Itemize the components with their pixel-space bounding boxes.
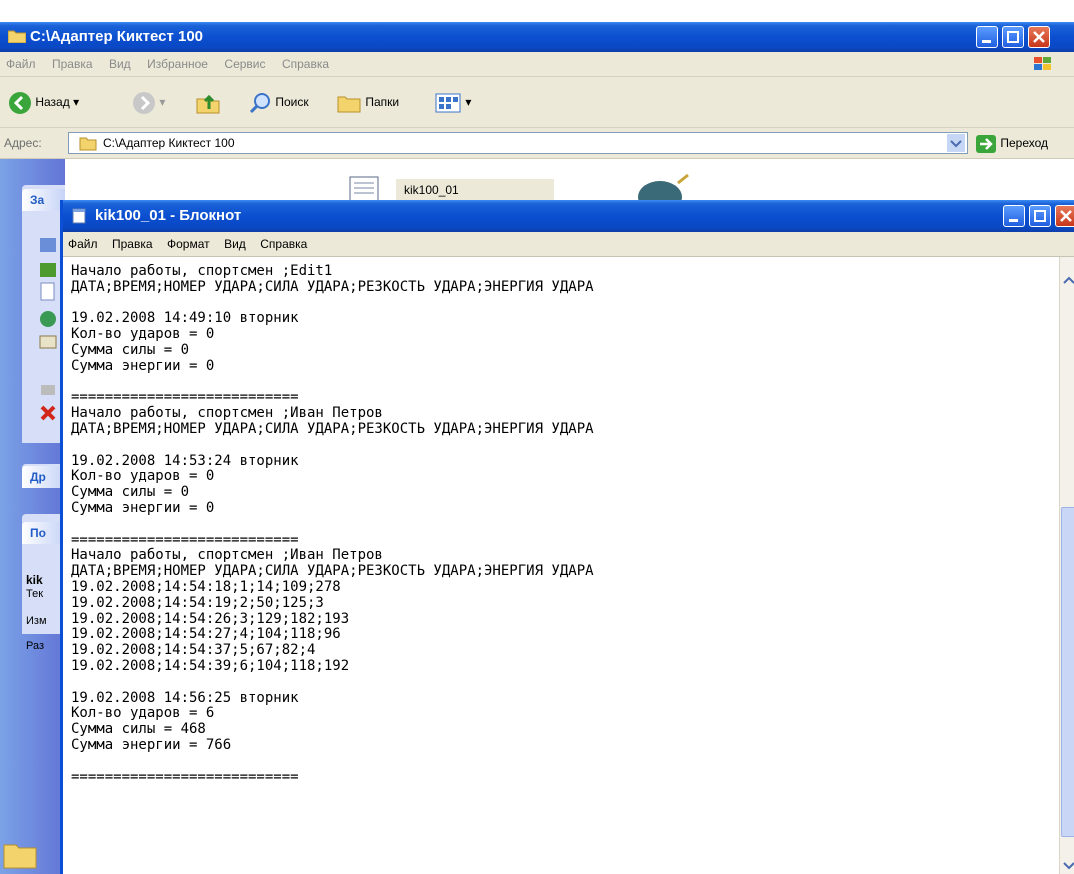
minimize-icon xyxy=(1009,219,1018,222)
menu-view[interactable]: Вид xyxy=(103,52,137,76)
search-icon xyxy=(249,92,270,113)
task-pane: За Др По kik Тек Изм Раз xyxy=(0,159,65,874)
back-arrow-icon xyxy=(9,91,31,114)
task-icon-6 xyxy=(41,385,55,395)
address-bar: Адрес: C:\Адаптер Киктест 100 Переход xyxy=(0,128,1074,159)
scrollbar-thumb[interactable] xyxy=(1061,507,1074,837)
minimize-button[interactable] xyxy=(976,26,998,48)
views-dropdown-icon[interactable]: ▾ xyxy=(465,95,471,109)
forward-dropdown-icon[interactable]: ▾ xyxy=(159,95,165,109)
up-folder-button[interactable] xyxy=(195,89,221,115)
address-label: Адрес: xyxy=(4,136,42,150)
maximize-icon xyxy=(1034,210,1046,222)
np-menu-file[interactable]: Файл xyxy=(63,232,103,256)
back-button[interactable]: Назад ▾ xyxy=(8,89,79,115)
address-folder-icon xyxy=(79,137,97,151)
minimize-icon xyxy=(982,40,991,43)
menu-help[interactable]: Справка xyxy=(276,52,335,76)
notepad-close-button[interactable] xyxy=(1055,205,1074,227)
maximize-icon xyxy=(1007,31,1019,43)
explorer-title: C:\Адаптер Киктест 100 xyxy=(30,28,204,45)
menu-edit[interactable]: Правка xyxy=(46,52,99,76)
delete-icon xyxy=(40,405,56,421)
vertical-scrollbar[interactable] xyxy=(1059,257,1074,874)
explorer-menubar: Файл Правка Вид Избранное Сервис Справка xyxy=(0,52,1074,77)
task-icon-2 xyxy=(40,263,56,277)
task-icon-1 xyxy=(40,238,56,252)
task-icon-3 xyxy=(40,282,55,301)
address-value: C:\Адаптер Киктест 100 xyxy=(103,136,235,150)
screen-top-area xyxy=(0,0,1074,22)
address-dropdown-icon[interactable] xyxy=(947,134,965,152)
menu-favorites[interactable]: Избранное xyxy=(141,52,214,76)
up-folder-icon xyxy=(196,94,220,114)
close-icon xyxy=(1033,31,1045,43)
menu-file[interactable]: Файл xyxy=(0,52,42,76)
np-menu-format[interactable]: Формат xyxy=(162,232,215,256)
task-icon-5 xyxy=(39,335,57,349)
windows-logo-icon xyxy=(1034,57,1051,70)
task-box-2-title[interactable]: Др xyxy=(22,466,65,488)
notepad-title-bar[interactable]: kik100_01 - Блокнот xyxy=(63,200,1074,232)
notepad-window: kik100_01 - Блокнот Файл Правка Формат В… xyxy=(60,200,1074,874)
go-arrow-icon xyxy=(976,134,996,153)
views-grid-icon xyxy=(435,93,461,113)
folders-label: Папки xyxy=(365,95,400,109)
folders-button[interactable]: Папки xyxy=(336,89,399,115)
folders-icon xyxy=(337,96,361,113)
folder-icon-bottom xyxy=(3,844,37,869)
explorer-toolbar: Назад ▾ ▾ Поиск Папки ▾ xyxy=(0,77,1074,128)
close-icon xyxy=(1060,210,1072,222)
notepad-icon xyxy=(72,208,86,224)
maximize-button[interactable] xyxy=(1002,26,1024,48)
np-menu-help[interactable]: Справка xyxy=(255,232,312,256)
views-button[interactable]: ▾ xyxy=(434,89,471,115)
task-box-3-title[interactable]: По xyxy=(22,522,65,544)
forward-arrow-icon xyxy=(133,91,155,114)
scroll-down-icon[interactable] xyxy=(1062,861,1074,871)
go-label: Переход xyxy=(1000,136,1049,150)
search-button[interactable]: Поиск xyxy=(248,89,309,115)
notepad-maximize-button[interactable] xyxy=(1029,205,1051,227)
address-input[interactable]: C:\Адаптер Киктест 100 xyxy=(68,132,968,154)
np-menu-view[interactable]: Вид xyxy=(219,232,251,256)
folder-icon xyxy=(8,30,26,43)
go-button[interactable]: Переход xyxy=(975,132,1048,154)
notepad-text-area[interactable]: Начало работы, спортсмен ;Edit1 ДАТА;ВРЕ… xyxy=(71,264,1051,870)
task-icon-4 xyxy=(40,311,56,327)
scroll-up-icon[interactable] xyxy=(1062,275,1074,285)
notepad-minimize-button[interactable] xyxy=(1003,205,1025,227)
menu-tools[interactable]: Сервис xyxy=(218,52,271,76)
explorer-title-bar[interactable]: C:\Адаптер Киктест 100 xyxy=(0,22,1074,52)
np-menu-edit[interactable]: Правка xyxy=(107,232,158,256)
notepad-file-icon xyxy=(349,176,379,202)
notepad-title: kik100_01 - Блокнот xyxy=(95,207,242,224)
close-button[interactable] xyxy=(1028,26,1050,48)
task-box-1-title[interactable]: За xyxy=(22,189,65,211)
search-label: Поиск xyxy=(275,95,309,109)
application-icon xyxy=(638,173,689,201)
back-label: Назад xyxy=(35,95,70,109)
back-dropdown-icon[interactable]: ▾ xyxy=(73,95,79,109)
notepad-menubar: Файл Правка Формат Вид Справка xyxy=(63,232,1074,257)
forward-button[interactable]: ▾ xyxy=(132,89,165,115)
